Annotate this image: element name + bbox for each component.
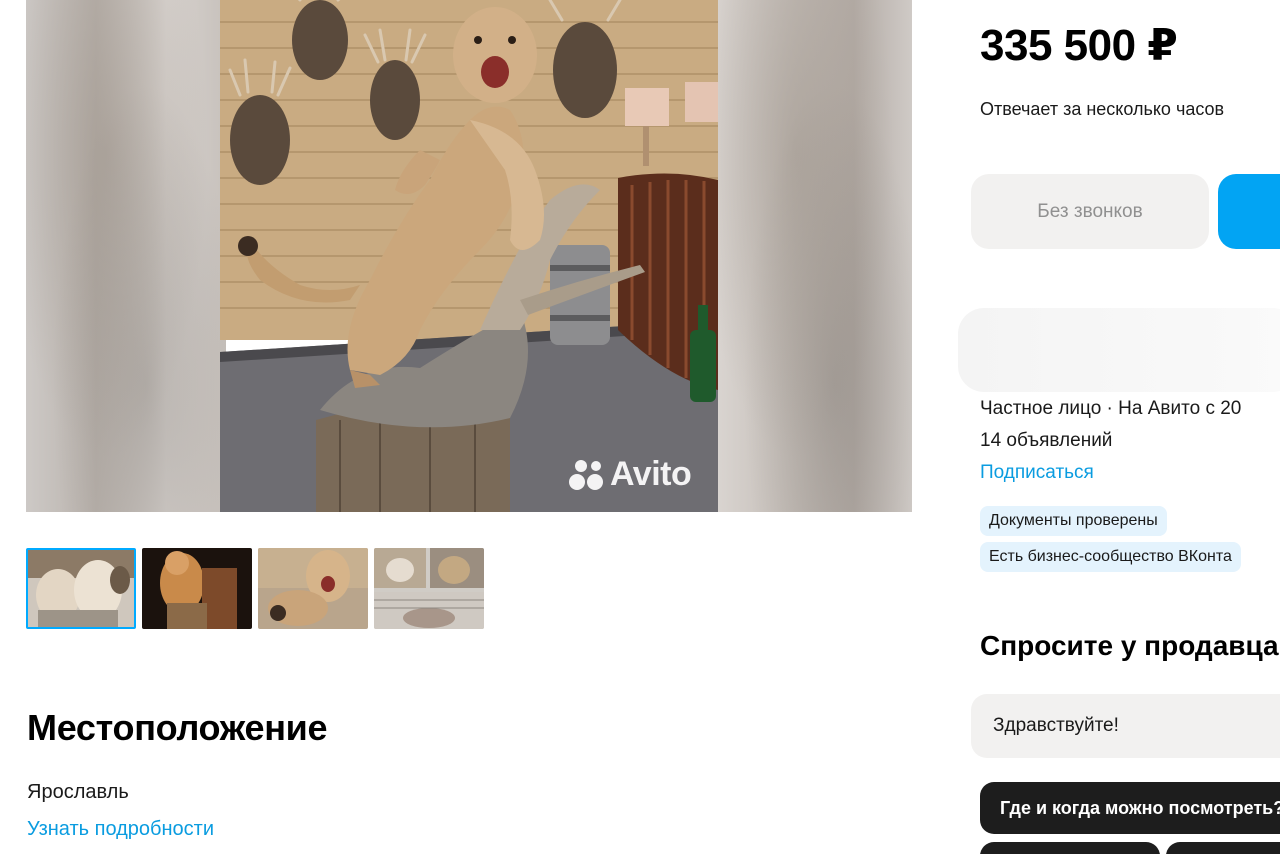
- quick-question-chip-2[interactable]: [980, 842, 1160, 854]
- ask-seller-heading: Спросите у продавца: [980, 630, 1279, 661]
- thumbnail-2[interactable]: [142, 548, 252, 629]
- avito-watermark: Avito: [568, 455, 692, 494]
- ask-seller-input[interactable]: [971, 694, 1280, 758]
- quick-question-chip-3[interactable]: [1166, 842, 1280, 854]
- blurred-card: [958, 308, 1280, 392]
- badge-business-community[interactable]: Есть бизнес-сообщество ВКонта: [980, 542, 1241, 572]
- watermark-text: Avito: [610, 455, 692, 493]
- avito-logo-icon: [569, 459, 603, 490]
- location-details-link[interactable]: Узнать подробности: [27, 818, 214, 841]
- thumbnail-strip: [26, 548, 484, 629]
- thumbnail-4[interactable]: [374, 548, 484, 629]
- quick-question-chip[interactable]: Где и когда можно посмотреть?: [980, 782, 1280, 834]
- seller-listings-count[interactable]: 14 объявлений: [980, 430, 1112, 452]
- badge-documents-verified: Документы проверены: [980, 506, 1167, 536]
- write-message-button[interactable]: [1218, 174, 1280, 249]
- thumbnail-3[interactable]: [258, 548, 368, 629]
- subscribe-link[interactable]: Подписаться: [980, 462, 1094, 484]
- listing-price: 335 500 ₽: [980, 21, 1178, 70]
- photo-blur-right: [718, 0, 912, 512]
- seller-meta: Частное лицо · На Авито с 20: [980, 398, 1242, 419]
- main-photo-gallery[interactable]: Avito: [26, 0, 912, 512]
- no-calls-button[interactable]: Без звонков: [971, 174, 1209, 249]
- response-time: Отвечает за несколько часов: [980, 99, 1225, 119]
- main-photo[interactable]: Avito: [220, 0, 718, 512]
- location-city: Ярославль: [27, 781, 129, 803]
- location-heading: Местоположение: [27, 707, 328, 748]
- thumbnail-1[interactable]: [26, 548, 136, 629]
- photo-blur-left: [26, 0, 226, 512]
